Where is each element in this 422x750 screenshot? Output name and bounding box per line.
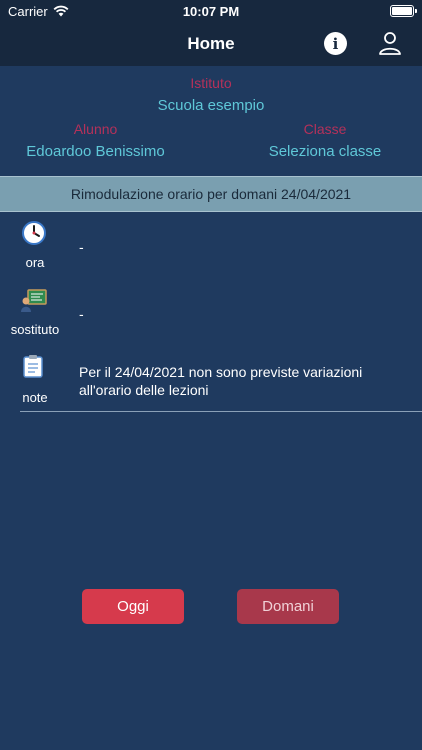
ora-value: - [79, 239, 84, 255]
carrier-label: Carrier [8, 3, 48, 19]
sostituto-label: sostituto [10, 322, 60, 337]
user-icon[interactable] [378, 30, 402, 56]
alunno-label: Alunno [73, 121, 118, 137]
status-left: Carrier [8, 4, 69, 19]
ora-label: ora [25, 255, 45, 270]
classe-label: Classe [303, 121, 347, 137]
domani-button[interactable]: Domani [237, 589, 339, 624]
info-icon[interactable]: i [324, 32, 347, 55]
nav-bar: Home i [0, 22, 422, 66]
classe-select[interactable]: Seleziona classe [250, 143, 400, 160]
clipboard-icon [23, 355, 43, 378]
date-banner: Rimodulazione orario per domani 24/04/20… [0, 176, 422, 212]
istituto-label: Istituto [190, 75, 232, 91]
note-value: Per il 24/04/2021 non sono previste vari… [79, 364, 363, 398]
alunno-value[interactable]: Edoardoo Benissimo [20, 143, 171, 160]
page-title: Home [187, 34, 235, 53]
battery-icon [390, 5, 417, 17]
teacher-icon [21, 289, 47, 312]
note-label: note [22, 390, 48, 405]
sostituto-value: - [79, 306, 84, 322]
divider [20, 411, 422, 412]
istituto-value: Scuola esempio [157, 97, 265, 114]
oggi-button[interactable]: Oggi [82, 589, 184, 624]
wifi-icon [53, 5, 69, 17]
clock-icon [22, 221, 46, 245]
status-bar: Carrier 10:07 PM [0, 0, 422, 22]
